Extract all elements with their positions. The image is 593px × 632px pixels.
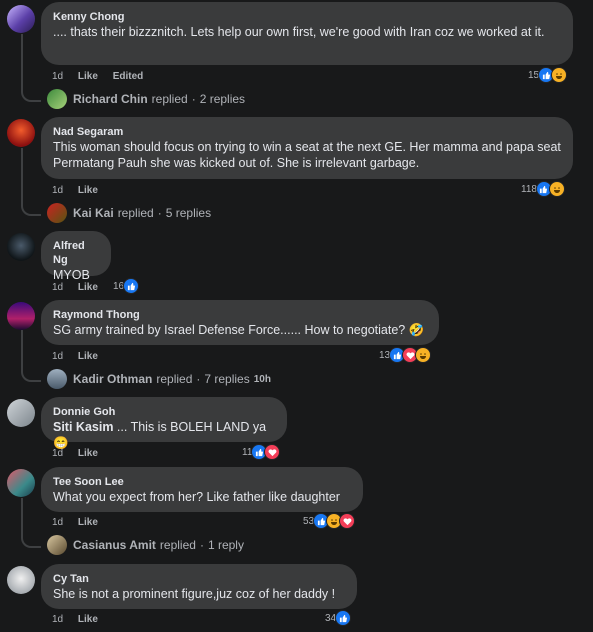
reply-label: replied (159, 538, 196, 552)
comment-bubble: Raymond Thong SG army trained by Israel … (41, 300, 439, 345)
comment-time[interactable]: 1d (52, 614, 63, 625)
reply-count: 5 replies (165, 206, 212, 220)
reactions-summary[interactable]: 16 (113, 278, 140, 294)
comment-author[interactable]: Nad Segaram (53, 125, 561, 139)
comment-text: MYOB (53, 268, 90, 282)
reply-author: Casianus Amit (73, 538, 156, 552)
haha-icon (551, 67, 568, 83)
comment-actions: 1d Like (52, 517, 110, 528)
reactions-summary[interactable]: 53 (303, 513, 356, 529)
reply-avatar (47, 203, 67, 223)
comment-text: She is not a prominent figure,juz coz of… (53, 587, 336, 601)
view-replies-link[interactable]: Kadir Othman replied · 7 replies 10h (47, 369, 271, 389)
avatar[interactable] (7, 5, 35, 33)
like-button[interactable]: Like (78, 71, 98, 82)
reply-label: replied (117, 206, 154, 220)
avatar[interactable] (7, 119, 35, 147)
view-replies-link[interactable]: Casianus Amit replied · 1 reply (47, 535, 244, 555)
comment-time[interactable]: 1d (52, 448, 63, 459)
comment-actions: 1d Like (52, 351, 110, 362)
comment-actions: 1d Like (52, 448, 110, 459)
comment-time[interactable]: 1d (52, 351, 63, 362)
reply-label: replied (151, 92, 188, 106)
mention-link[interactable]: Siti Kasim (53, 420, 113, 434)
reply-count: 7 replies (204, 372, 250, 386)
reply-label: replied (156, 372, 193, 386)
comment-author[interactable]: Kenny Chong (53, 10, 561, 24)
view-replies-link[interactable]: Richard Chin replied · 2 replies (47, 89, 245, 109)
comment-actions: 1d Like (52, 185, 110, 196)
comment-bubble: Cy Tan She is not a prominent figure,juz… (41, 564, 357, 609)
avatar[interactable] (7, 233, 35, 261)
like-button[interactable]: Like (78, 448, 98, 459)
like-button[interactable]: Like (78, 351, 98, 362)
avatar[interactable] (7, 469, 35, 497)
love-icon (339, 513, 356, 529)
reply-author: Richard Chin (73, 92, 148, 106)
comment-text: This woman should focus on trying to win… (53, 140, 561, 170)
comment-time[interactable]: 1d (52, 282, 63, 293)
avatar[interactable] (7, 399, 35, 427)
reactions-summary[interactable]: 15 (528, 67, 568, 83)
like-icon (335, 610, 352, 626)
edited-label[interactable]: Edited (113, 71, 144, 82)
like-button[interactable]: Like (78, 517, 98, 528)
reply-author: Kadir Othman (73, 372, 153, 386)
comment-bubble: Nad Segaram This woman should focus on t… (41, 117, 573, 179)
comment-time[interactable]: 1d (52, 71, 63, 82)
reactions-summary[interactable]: 34 (325, 610, 352, 626)
reply-avatar (47, 89, 67, 109)
comment-author[interactable]: Donnie Goh (53, 405, 275, 419)
reactions-summary[interactable]: 118 (521, 181, 565, 197)
comment-text: .... thats their bizzznitch. Lets help o… (53, 25, 545, 39)
comment-text: What you expect from her? Like father li… (53, 490, 340, 504)
reactions-summary[interactable]: 13 (379, 347, 432, 363)
like-icon (123, 278, 140, 294)
comment-actions: 1d Like (52, 614, 110, 625)
comment-author[interactable]: Tee Soon Lee (53, 475, 351, 489)
avatar[interactable] (7, 566, 35, 594)
reply-time: 10h (253, 373, 271, 385)
comment-author[interactable]: Raymond Thong (53, 308, 427, 322)
like-button[interactable]: Like (78, 614, 98, 625)
reaction-count: 118 (521, 183, 537, 195)
haha-icon (548, 181, 565, 197)
reply-avatar (47, 535, 67, 555)
comment-text: SG army trained by Israel Defense Force.… (53, 323, 425, 337)
comment-actions: 1d Like Edited (52, 71, 155, 82)
reply-author: Kai Kai (73, 206, 114, 220)
comment-bubble: Alfred Ng MYOB (41, 231, 111, 282)
comment-actions: 1d Like (52, 282, 110, 293)
comment-bubble: Tee Soon Lee What you expect from her? L… (41, 467, 363, 512)
reply-avatar (47, 369, 67, 389)
comment-time[interactable]: 1d (52, 517, 63, 528)
reactions-summary[interactable]: 11 (242, 444, 281, 460)
like-button[interactable]: Like (78, 282, 98, 293)
comment-bubble: Donnie Goh Siti Kasim ... This is BOLEH … (41, 397, 287, 450)
view-replies-link[interactable]: Kai Kai replied · 5 replies (47, 203, 211, 223)
comment-bubble: Kenny Chong .... thats their bizzznitch.… (41, 2, 573, 65)
reply-count: 1 reply (207, 538, 244, 552)
haha-icon (415, 347, 432, 363)
comment-author[interactable]: Cy Tan (53, 572, 345, 586)
comment-author[interactable]: Alfred Ng (53, 239, 99, 267)
avatar[interactable] (7, 302, 35, 330)
reply-count: 2 replies (199, 92, 246, 106)
comment-time[interactable]: 1d (52, 185, 63, 196)
like-button[interactable]: Like (78, 185, 98, 196)
love-icon (264, 444, 281, 460)
